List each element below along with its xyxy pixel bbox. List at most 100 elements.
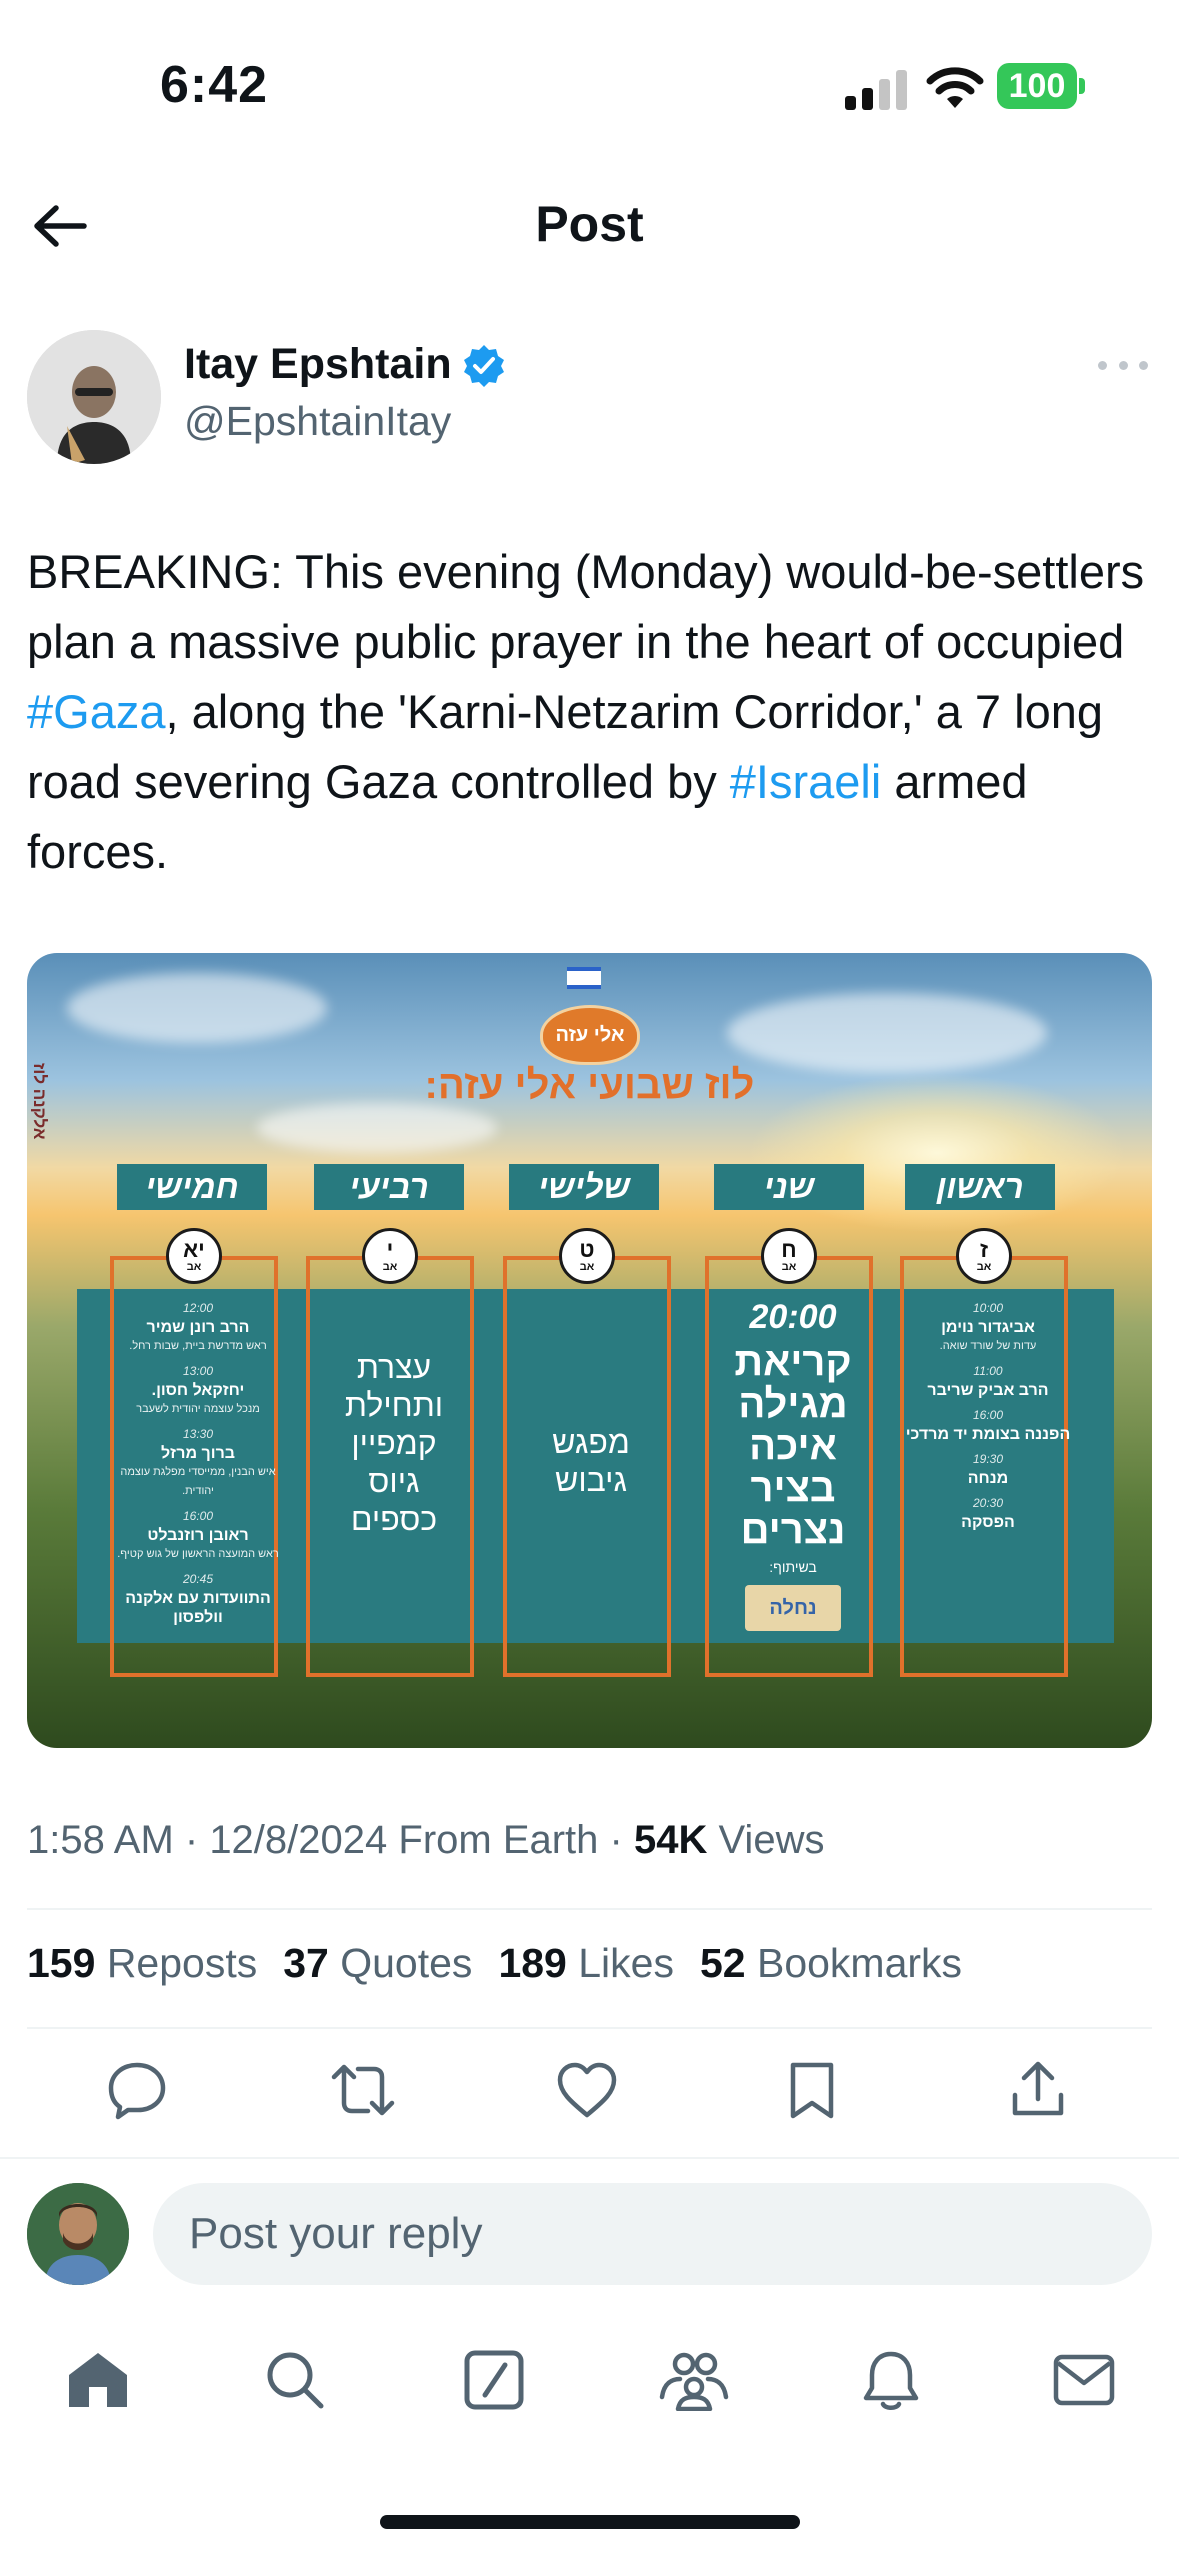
date-month: אב	[579, 1261, 595, 1273]
views-count[interactable]: 54K	[634, 1818, 707, 1862]
date-day: י	[386, 1237, 394, 1262]
schedule-sub: מנכל עוצמה יהודית לשעבר	[136, 1403, 260, 1415]
tab-messages[interactable]	[1044, 2340, 1124, 2420]
poster-title: לוז שבועי אלי עזה:	[424, 1063, 755, 1107]
communities-icon	[659, 2352, 729, 2411]
date-day: ח	[781, 1237, 797, 1262]
reposts-count: 159	[27, 1940, 96, 1986]
schedule-time: 13:00	[182, 1364, 214, 1378]
tweet-source: From Earth	[387, 1818, 599, 1862]
reply-button[interactable]	[102, 2055, 172, 2125]
schedule-sub: איש הבנין, ממייסדי מפלגת עוצמה יהודית.	[120, 1466, 276, 1497]
likes-label: Likes	[566, 1940, 674, 1986]
author-name[interactable]: Itay Epshtain	[184, 340, 506, 389]
author-name-text: Itay Epshtain	[184, 340, 452, 388]
tuesday-event: מפגש גיבוש	[552, 1424, 630, 1498]
tweet-time[interactable]: 1:58 AM	[27, 1818, 174, 1862]
partner-label: בשיתוף:	[769, 1559, 817, 1575]
tab-search[interactable]	[255, 2340, 335, 2420]
schedule-name: אביגדור נוימן	[941, 1319, 1035, 1336]
like-button[interactable]	[552, 2055, 622, 2125]
quotes-stat[interactable]: 37 Quotes	[283, 1940, 472, 1987]
date-badge: ט אב	[559, 1228, 615, 1284]
more-dot-icon	[1139, 360, 1148, 370]
likes-stat[interactable]: 189 Likes	[498, 1940, 674, 1987]
partner-logo: נחלה	[745, 1585, 841, 1631]
quotes-label: Quotes	[328, 1940, 473, 1986]
more-options-button[interactable]	[1098, 350, 1148, 380]
wifi-icon	[926, 67, 984, 108]
date-month: אב	[382, 1261, 398, 1273]
date-month: אב	[781, 1261, 797, 1273]
verified-badge-icon	[463, 344, 504, 387]
grok-icon	[464, 2350, 524, 2410]
date-badge: ז אב	[956, 1228, 1012, 1284]
repost-button[interactable]	[328, 2055, 398, 2125]
schedule-time: 20:45	[182, 1572, 214, 1586]
date-day: ט	[579, 1237, 595, 1262]
tab-grok[interactable]	[454, 2340, 534, 2420]
bookmarks-label: Bookmarks	[745, 1940, 963, 1986]
schedule-name: מנחה	[967, 1470, 1009, 1487]
bookmarks-stat[interactable]: 52 Bookmarks	[700, 1940, 962, 1987]
schedule-name: ברוך מרזל	[160, 1445, 236, 1462]
status-time: 6:42	[160, 56, 269, 114]
schedule-name: הרב אביק שריבר	[927, 1382, 1049, 1399]
messages-icon	[1053, 2354, 1115, 2406]
day-tab: שלישי	[509, 1164, 659, 1210]
divider	[27, 1908, 1152, 1910]
tweet-media-image[interactable]: אלי עזה לוז שבועי אלי עזה: אלקנה לוז ראש…	[27, 953, 1152, 1748]
date-badge: ח אב	[761, 1228, 817, 1284]
date-day: ז	[979, 1237, 989, 1262]
schedule-time: 12:00	[182, 1301, 214, 1315]
day-tab: רביעי	[314, 1164, 464, 1210]
date-month: אב	[186, 1261, 202, 1273]
author-handle[interactable]: @EpshtainItay	[184, 398, 451, 445]
schedule-name: הרב רונן שמיר	[146, 1319, 250, 1336]
israel-flag-icon	[567, 967, 601, 989]
day-tab: שני	[714, 1164, 864, 1210]
repost-icon	[331, 2064, 395, 2116]
thursday-schedule: 12:00 הרב רונן שמיר ראש מדרשת ביית, שבות…	[114, 1293, 282, 1627]
tab-notifications[interactable]	[851, 2340, 931, 2420]
meta-separator: ·	[173, 1818, 210, 1862]
more-dot-icon	[1118, 360, 1128, 370]
cloud	[257, 1103, 497, 1153]
cloud	[67, 973, 327, 1043]
engagement-stats: 159 Reposts 37 Quotes 189 Likes 52 Bookm…	[27, 1940, 988, 1987]
monday-event: קריאת מגילה איכה בציר נצרים	[734, 1340, 852, 1552]
tab-home[interactable]	[58, 2340, 138, 2420]
meta-separator: ·	[598, 1818, 634, 1862]
schedule-time: 11:00	[973, 1364, 1003, 1378]
reply-icon	[108, 2062, 166, 2120]
home-indicator[interactable]	[380, 2515, 800, 2529]
schedule-time: 19:30	[972, 1452, 1004, 1466]
home-icon	[69, 2353, 127, 2407]
schedule-name: ראובן רוזנבלט	[147, 1527, 249, 1544]
tweet-date[interactable]: 12/8/2024	[209, 1818, 387, 1862]
my-avatar[interactable]	[27, 2183, 129, 2285]
share-button[interactable]	[1003, 2055, 1073, 2125]
reply-input[interactable]: Post your reply	[153, 2183, 1152, 2285]
schedule-time: 16:00	[972, 1408, 1004, 1422]
tweet-text: BREAKING: This evening (Monday) would-be…	[27, 537, 1157, 887]
day-tab: ראשון	[905, 1164, 1055, 1210]
schedule-name: התוועדות עם אלקנה וולפסון	[125, 1590, 271, 1626]
tweet-meta: 1:58 AM · 12/8/2024 From Earth · 54K Vie…	[27, 1818, 824, 1863]
hashtag-link[interactable]: #Gaza	[27, 685, 165, 738]
date-day: יא	[183, 1237, 205, 1262]
tweet-text-part: BREAKING: This evening (Monday) would-be…	[27, 545, 1145, 668]
tab-communities[interactable]	[654, 2340, 734, 2420]
monday-time: 20:00	[749, 1298, 837, 1336]
schedule-name: הפסקה	[961, 1514, 1015, 1531]
reposts-stat[interactable]: 159 Reposts	[27, 1940, 257, 1987]
like-icon	[557, 2062, 617, 2118]
author-avatar[interactable]	[27, 330, 161, 464]
divider	[0, 2157, 1179, 2159]
hashtag-link[interactable]: #Israeli	[730, 755, 882, 808]
bookmark-icon	[790, 2062, 834, 2119]
sunday-schedule: 10:00 אביגדור נוימן עדות של שורד שואה. 1…	[904, 1293, 1072, 1532]
author-photo	[27, 330, 161, 464]
monday-schedule: 20:00 קריאת מגילה איכה בציר נצרים בשיתוף…	[709, 1298, 877, 1631]
bookmark-button[interactable]	[777, 2055, 847, 2125]
